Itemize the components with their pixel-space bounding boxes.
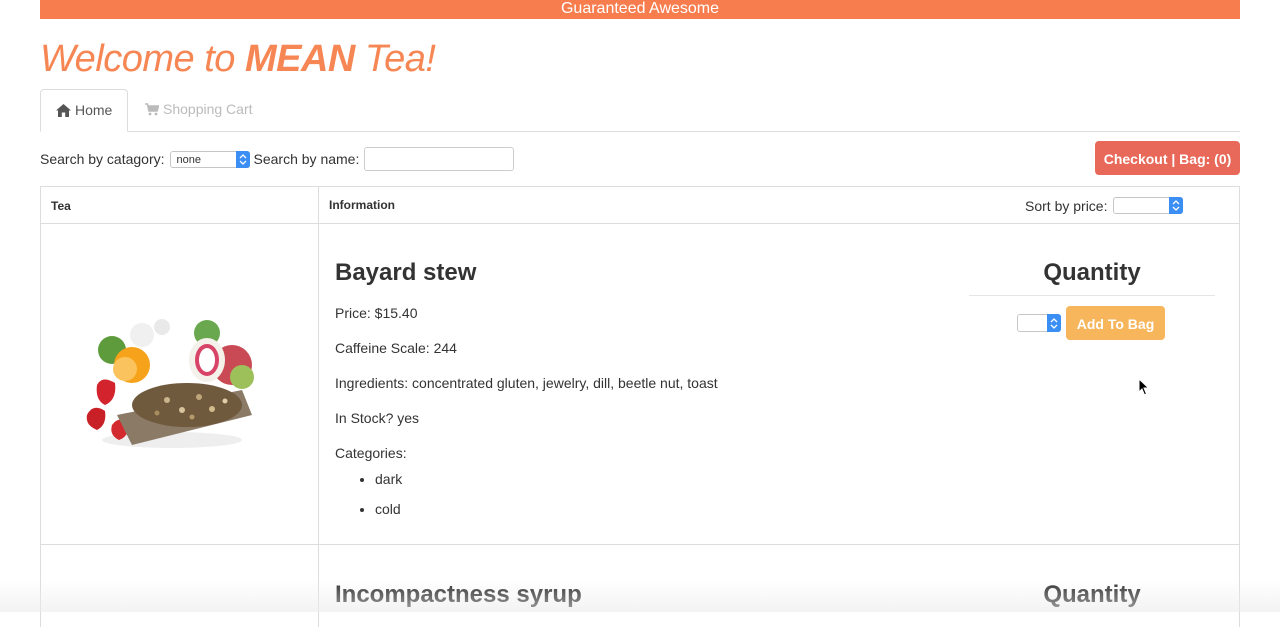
tea-categories-list: dark cold bbox=[335, 470, 402, 530]
title-prefix: Welcome to bbox=[40, 38, 245, 80]
name-search-label: Search by name: bbox=[253, 151, 360, 167]
quantity-divider bbox=[969, 295, 1215, 296]
name-search-input[interactable] bbox=[364, 147, 515, 171]
banner-text: Guaranteed Awesome bbox=[560, 0, 720, 17]
sort-control: Sort by price: bbox=[1025, 197, 1184, 214]
tab-home[interactable]: Home bbox=[40, 89, 129, 132]
tea-in-stock: In Stock? yes bbox=[335, 410, 420, 426]
tea-image bbox=[67, 305, 267, 460]
tea-ingredients: Ingredients: concentrated gluten, jewelr… bbox=[335, 375, 718, 391]
select-arrows-icon bbox=[235, 150, 250, 168]
sort-select[interactable] bbox=[1113, 197, 1184, 214]
tab-shopping-cart[interactable]: Shopping Cart bbox=[130, 89, 268, 130]
tab-cart-label: Shopping Cart bbox=[163, 101, 253, 117]
header-information: Information bbox=[329, 198, 395, 212]
cart-icon bbox=[145, 103, 160, 116]
top-banner: Guaranteed Awesome bbox=[40, 0, 1240, 19]
add-to-bag-button[interactable]: Add To Bag bbox=[1066, 306, 1165, 340]
checkout-button[interactable]: Checkout | Bag: (0) bbox=[1095, 141, 1240, 175]
tea-name: Incompactness syrup bbox=[335, 581, 582, 608]
title-brand: MEAN bbox=[244, 38, 355, 80]
column-divider bbox=[318, 187, 319, 627]
tab-home-label: Home bbox=[75, 102, 113, 118]
search-bar: Search by catagory: none Search by name: bbox=[40, 147, 515, 171]
quantity-title: Quantity bbox=[1043, 581, 1141, 608]
quantity-title: Quantity bbox=[1043, 259, 1141, 286]
tea-caffeine: Caffeine Scale: 244 bbox=[335, 340, 457, 356]
select-arrows-icon bbox=[1169, 197, 1184, 214]
tea-table: Tea Information Sort by price: Bayard st… bbox=[40, 186, 1240, 627]
row-divider bbox=[41, 544, 1239, 545]
category-item: cold bbox=[375, 500, 402, 530]
mouse-cursor-icon bbox=[1138, 377, 1150, 401]
header-tea: Tea bbox=[51, 199, 71, 213]
home-icon bbox=[56, 104, 71, 117]
tea-categories-label: Categories: bbox=[335, 445, 407, 461]
table-header: Tea Information Sort by price: bbox=[41, 187, 1239, 224]
category-select[interactable]: none bbox=[169, 150, 250, 168]
tea-name: Bayard stew bbox=[335, 259, 477, 286]
page-title: Welcome to MEAN Tea! bbox=[40, 38, 436, 81]
select-arrows-icon bbox=[1047, 314, 1061, 332]
title-suffix: Tea! bbox=[354, 38, 436, 80]
category-item: dark bbox=[375, 470, 402, 500]
tea-price: Price: $15.40 bbox=[335, 305, 418, 321]
sort-label: Sort by price: bbox=[1025, 197, 1108, 214]
quantity-select[interactable] bbox=[1017, 314, 1061, 332]
category-select-value: none bbox=[176, 153, 201, 166]
nav-tabs: Home Shopping Cart bbox=[40, 89, 1240, 132]
category-search-label: Search by catagory: bbox=[40, 151, 165, 167]
